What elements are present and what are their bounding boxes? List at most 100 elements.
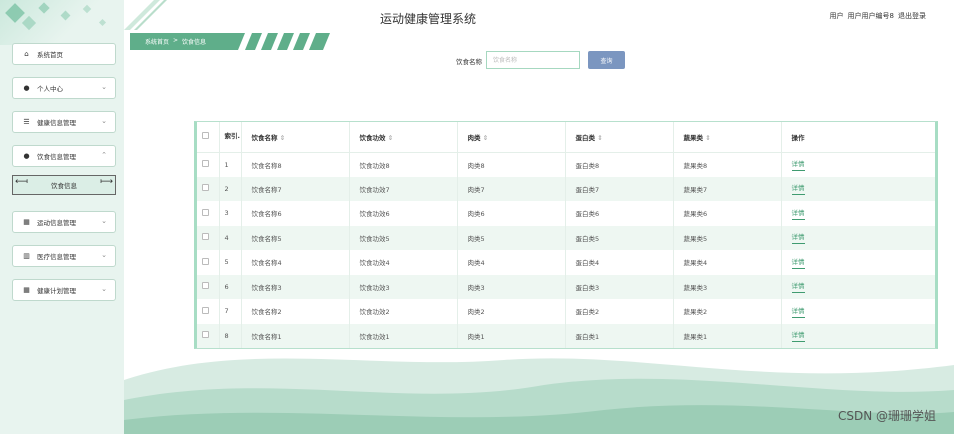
detail-button[interactable]: 详情: [791, 158, 805, 171]
cell-action: 详情: [781, 274, 935, 299]
cell-name: 饮食名称6: [241, 201, 350, 226]
cell-effect: 饮食功效7: [349, 176, 458, 201]
sidebar-item-health-plan[interactable]: ▦ 健康计划管理 ⌄: [12, 279, 116, 301]
cell-effect: 饮食功效8: [349, 152, 458, 177]
cell-effect: 饮食功效3: [349, 274, 458, 299]
cell-name: 饮食名称3: [241, 274, 350, 299]
cell-effect: 饮食功效2: [349, 299, 458, 324]
column-header-name-label: 饮食名称: [251, 133, 278, 142]
sort-icon[interactable]: ⇕: [597, 134, 602, 142]
row-select-cell: [197, 274, 220, 299]
cell-name: 饮食名称5: [241, 225, 350, 250]
detail-button[interactable]: 详情: [791, 207, 805, 220]
breadcrumb-home[interactable]: 系统首页: [145, 37, 169, 46]
sort-icon[interactable]: ⇕: [705, 134, 710, 142]
column-header-meat[interactable]: 肉类 ⇕: [457, 122, 566, 153]
sidebar-item-label: 系统首页: [37, 51, 63, 59]
sort-icon[interactable]: ⇕: [388, 134, 393, 142]
row-checkbox[interactable]: [202, 257, 209, 265]
user-role: 用户: [829, 12, 844, 20]
detail-button[interactable]: 详情: [791, 231, 805, 245]
home-icon: ⌂: [24, 50, 29, 58]
cell-meat: 肉类3: [457, 274, 566, 299]
breadcrumb: 系统首页 > 饮食信息: [145, 37, 206, 46]
cell-meat: 肉类6: [457, 201, 566, 226]
sidebar-item-label: 健康信息管理: [37, 119, 76, 127]
cell-action: 详情: [781, 299, 935, 324]
detail-button[interactable]: 详情: [791, 182, 805, 196]
detail-button[interactable]: 详情: [791, 256, 805, 269]
cell-meat: 肉类4: [457, 250, 566, 275]
detail-button[interactable]: 详情: [791, 305, 805, 318]
row-checkbox[interactable]: [202, 306, 209, 314]
column-header-protein[interactable]: 蛋白类 ⇕: [565, 122, 674, 153]
row-checkbox[interactable]: [202, 233, 209, 241]
search-button[interactable]: 查询: [588, 51, 625, 69]
user-icon: ●: [23, 84, 30, 92]
cell-meat: 肉类5: [457, 225, 566, 250]
search-label: 饮食名称: [456, 58, 482, 66]
cell-protein: 蛋白类6: [565, 201, 674, 226]
sidebar-item-medical-info[interactable]: ▥ 医疗信息管理 ⌄: [12, 245, 116, 267]
chevron-up-icon: ⌃: [101, 151, 107, 159]
table-row: 6 饮食名称3 饮食功效3 肉类3 蛋白类3 蔬果类3 详情: [197, 274, 935, 299]
cell-name: 饮食名称4: [241, 250, 350, 275]
select-all-checkbox[interactable]: [202, 132, 209, 140]
cell-name: 饮食名称7: [241, 176, 350, 201]
cell-action: 详情: [781, 201, 935, 226]
column-header-effect[interactable]: 饮食功效 ⇕: [349, 122, 458, 153]
table-row: 4 饮食名称5 饮食功效5 肉类5 蛋白类5 蔬果类5 详情: [197, 225, 935, 250]
sidebar-item-diet-info[interactable]: ● 饮食信息管理 ⌃: [12, 145, 116, 167]
row-checkbox[interactable]: [202, 208, 209, 216]
row-checkbox[interactable]: [202, 184, 209, 192]
cell-meat: 肉类2: [457, 299, 566, 324]
column-header-meat-label: 肉类: [467, 133, 481, 142]
sidebar-item-health-info[interactable]: ☰ 健康信息管理 ⌄: [12, 111, 116, 133]
sort-icon[interactable]: ⇕: [280, 134, 285, 142]
chevron-down-icon: ⌄: [101, 83, 107, 91]
table-header-row: 索引. 饮食名称 ⇕ 饮食功效 ⇕ 肉类 ⇕ 蛋白类 ⇕ 蔬果类 ⇕ 操作: [197, 122, 935, 153]
diet-table: 索引. 饮食名称 ⇕ 饮食功效 ⇕ 肉类 ⇕ 蛋白类 ⇕ 蔬果类 ⇕ 操作 1 …: [194, 121, 938, 349]
chevron-down-icon: ⌄: [101, 217, 107, 225]
sidebar-item-label: 饮食信息管理: [37, 153, 76, 161]
cell-action: 详情: [781, 225, 935, 250]
sidebar-item-exercise-info[interactable]: ▦ 运动信息管理 ⌄: [12, 211, 116, 233]
column-header-name[interactable]: 饮食名称 ⇕: [241, 122, 350, 153]
logout-link[interactable]: 退出登录: [898, 11, 926, 21]
cell-index: 5: [219, 250, 242, 275]
column-header-veg-label: 蔬果类: [683, 133, 704, 142]
row-checkbox[interactable]: [202, 331, 209, 339]
column-header-index: 索引.: [219, 122, 242, 153]
page-title: 运动健康管理系统: [380, 12, 477, 26]
detail-button[interactable]: 详情: [791, 280, 805, 294]
table-row: 1 饮食名称8 饮食功效8 肉类8 蛋白类8 蔬果类8 详情: [197, 152, 935, 177]
row-select-cell: [197, 225, 220, 250]
cell-protein: 蛋白类7: [565, 176, 674, 201]
cell-index: 4: [219, 225, 242, 250]
cell-protein: 蛋白类8: [565, 152, 674, 177]
table-row: 5 饮食名称4 饮食功效4 肉类4 蛋白类4 蔬果类4 详情: [197, 250, 935, 275]
column-header-protein-label: 蛋白类: [575, 133, 596, 142]
cell-protein: 蛋白类5: [565, 225, 674, 250]
username: 用户用户编号8: [847, 12, 894, 20]
cell-veg: 蔬果类7: [673, 176, 782, 201]
row-checkbox[interactable]: [202, 282, 209, 290]
row-checkbox[interactable]: [202, 160, 209, 167]
user-icon: ●: [23, 152, 30, 160]
sidebar-item-home[interactable]: ⌂ 系统首页: [12, 43, 116, 65]
search-input[interactable]: [486, 51, 580, 69]
sliders-icon: ☰: [23, 118, 30, 126]
cell-protein: 蛋白类3: [565, 274, 674, 299]
cell-veg: 蔬果类2: [673, 299, 782, 324]
cell-veg: 蔬果类4: [673, 250, 782, 275]
cell-index: 1: [219, 152, 242, 177]
sidebar-subitem-diet[interactable]: ⟻ 饮食信息 ⟼: [12, 175, 116, 195]
cell-action: 详情: [781, 152, 935, 177]
sidebar-item-label: 健康计划管理: [37, 287, 76, 295]
cell-meat: 肉类8: [457, 152, 566, 177]
cell-effect: 饮食功效5: [349, 225, 458, 250]
cell-action: 详情: [781, 176, 935, 201]
column-header-veg[interactable]: 蔬果类 ⇕: [673, 122, 782, 153]
sort-icon[interactable]: ⇕: [483, 134, 488, 142]
sidebar-item-personal-center[interactable]: ● 个人中心 ⌄: [12, 77, 116, 99]
